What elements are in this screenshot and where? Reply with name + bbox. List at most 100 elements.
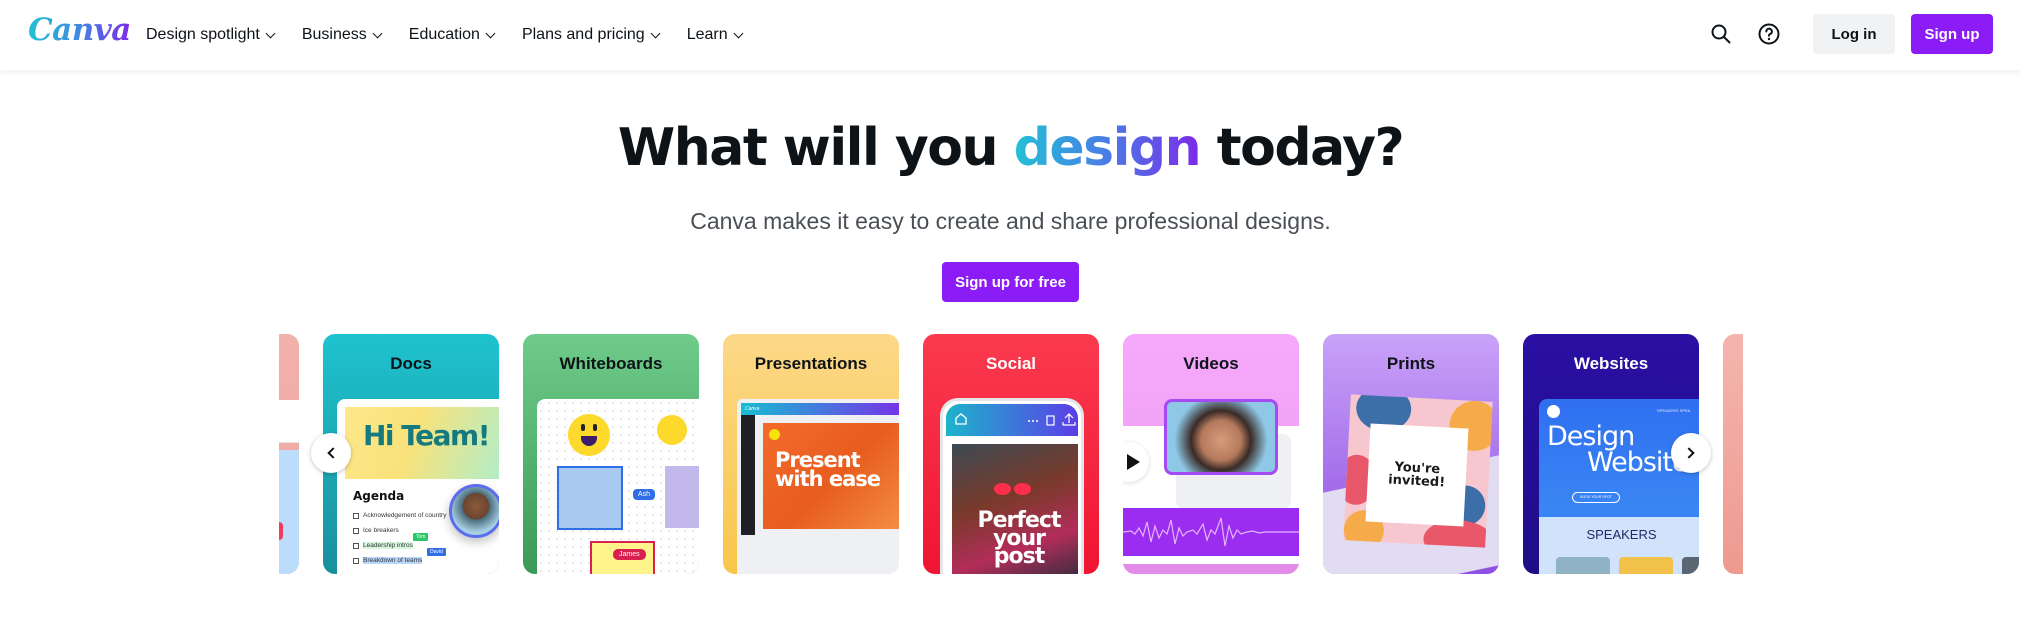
card-preview (279, 450, 299, 574)
design-type-carousel: 5 Docs Hi Team! Agenda Acknowledgement o… (279, 334, 1743, 574)
doc-list-item: Breakdown of teams (353, 557, 423, 564)
sign-up-for-free-button[interactable]: Sign up for free (942, 262, 1079, 302)
doc-list-text: Leadership intros (363, 542, 413, 549)
card-prints[interactable]: Prints You're invited! (1323, 334, 1499, 574)
site-logo-icon (1547, 405, 1560, 418)
slide-preview: Present with ease (763, 423, 899, 529)
title-part: What will you (617, 118, 1014, 178)
doc-list-item: Leadership intros (353, 542, 413, 549)
log-in-button[interactable]: Log in (1813, 14, 1895, 54)
chevron-down-icon (650, 28, 661, 38)
header-actions: Log in Sign up (1701, 14, 1993, 54)
help-icon (1758, 23, 1780, 45)
collaborator-tag: Tom (413, 533, 429, 541)
card-title: Docs (390, 354, 432, 373)
title-accent-word: design (1013, 118, 1202, 178)
search-icon (1711, 24, 1731, 44)
doc-list-item: Acknowledgement of country (353, 512, 446, 519)
audio-waveform (1123, 508, 1299, 556)
cursor-label: James (613, 549, 646, 560)
nav-label: Business (301, 26, 367, 43)
help-button[interactable] (1749, 14, 1789, 54)
card-partial-right[interactable] (1723, 334, 1743, 574)
carousel-prev-button[interactable] (311, 433, 351, 473)
search-button[interactable] (1701, 14, 1741, 54)
card-whiteboards[interactable]: Whiteboards Ash James (523, 334, 699, 574)
laptop-preview: Canva Present with ease (737, 399, 899, 574)
app-bar-icons (955, 413, 1076, 426)
post-text: Perfect your post (977, 508, 1062, 569)
whiteboard-preview: Ash James (537, 399, 699, 574)
nav-design-spotlight[interactable]: Design spotlight (146, 26, 276, 44)
checkbox-icon (353, 527, 359, 534)
editor-topbar: Canva (741, 403, 899, 415)
sticky-note (665, 466, 699, 528)
sticky-note (557, 466, 623, 530)
speaker-photo (1682, 557, 1699, 574)
phone-preview: Perfect your post (940, 398, 1084, 574)
chevron-down-icon (485, 28, 496, 38)
page-title: What will you design today? (0, 118, 2021, 178)
main-nav: Design spotlight Business Education Plan… (146, 0, 770, 70)
nav-plans-and-pricing[interactable]: Plans and pricing (521, 26, 661, 44)
site-nav: SPEAKERS SPEA (1657, 408, 1691, 413)
card-title: Websites (1573, 354, 1649, 373)
hero-subtitle: Canva makes it easy to create and share … (690, 208, 1331, 234)
card-title: Whiteboards (559, 354, 663, 373)
collaborator-tag: David (427, 548, 446, 556)
card-partial-left[interactable]: 5 (279, 334, 299, 574)
doc-banner-text: Hi Team! (363, 419, 491, 452)
chevron-down-icon (733, 28, 744, 38)
avatar (449, 484, 499, 538)
speaker-photo (1619, 557, 1673, 574)
video-thumbnail (1164, 399, 1278, 475)
nav-label: Plans and pricing (521, 26, 645, 43)
card-title: Videos (1183, 354, 1239, 373)
invitation-text: You're invited! (1365, 423, 1469, 527)
phone-app-bar (946, 404, 1078, 436)
slide-text: Present with ease (775, 448, 881, 491)
nav-learn[interactable]: Learn (686, 26, 744, 44)
nav-label: Education (408, 26, 480, 43)
lightbulb-sticker-icon (657, 415, 687, 445)
chevron-left-icon (327, 447, 339, 459)
card-title: Presentations (754, 354, 868, 373)
sunglasses (994, 482, 1034, 495)
editor-sidebar (741, 415, 755, 535)
doc-heading: Agenda (353, 489, 405, 503)
site-section-title: SPEAKERS (1586, 527, 1657, 542)
speaker-photo (1556, 557, 1610, 574)
chevron-down-icon (372, 28, 383, 38)
doc-list-text: Breakdown of teams (363, 557, 423, 564)
card-social[interactable]: Social Perfect your post (923, 334, 1099, 574)
doc-list-item: Ice breakers (353, 527, 399, 534)
website-preview: SPEAKERS SPEA Design Website BOOK YOUR S… (1539, 399, 1699, 574)
chevron-down-icon (265, 28, 276, 38)
post-photo: Perfect your post (952, 444, 1078, 574)
sign-up-button[interactable]: Sign up (1911, 14, 1993, 54)
smiley-sticker-icon (568, 414, 610, 456)
top-navigation-bar: Canva Design spotlight Business Educatio… (0, 0, 2021, 70)
checkbox-icon (353, 557, 359, 564)
card-title: Prints (1386, 354, 1436, 373)
card-presentations[interactable]: Presentations Canva Present with ease (723, 334, 899, 574)
doc-list-text: Ice breakers (363, 527, 399, 534)
nav-business[interactable]: Business (301, 26, 383, 44)
title-part: today? (1200, 118, 1405, 178)
nav-label: Learn (686, 26, 728, 43)
doc-preview: Hi Team! Agenda Acknowledgement of count… (337, 399, 499, 574)
card-preview (279, 400, 299, 443)
canva-logo[interactable]: Canva (28, 12, 131, 48)
card-title: Social (985, 354, 1037, 373)
doc-list-text: Acknowledgement of country (363, 512, 447, 519)
card-videos[interactable]: Videos (1123, 334, 1299, 574)
nav-education[interactable]: Education (408, 26, 496, 44)
carousel-next-button[interactable] (1671, 433, 1711, 473)
site-hero-line: Design (1547, 421, 1635, 452)
site-cta: BOOK YOUR SPOT (1572, 492, 1620, 503)
waveform-icon (1123, 517, 1299, 547)
checkbox-icon (353, 542, 359, 549)
brand-logo-icon (769, 429, 780, 440)
cursor-label: Ash (633, 489, 656, 500)
badge: 5 (279, 522, 283, 540)
